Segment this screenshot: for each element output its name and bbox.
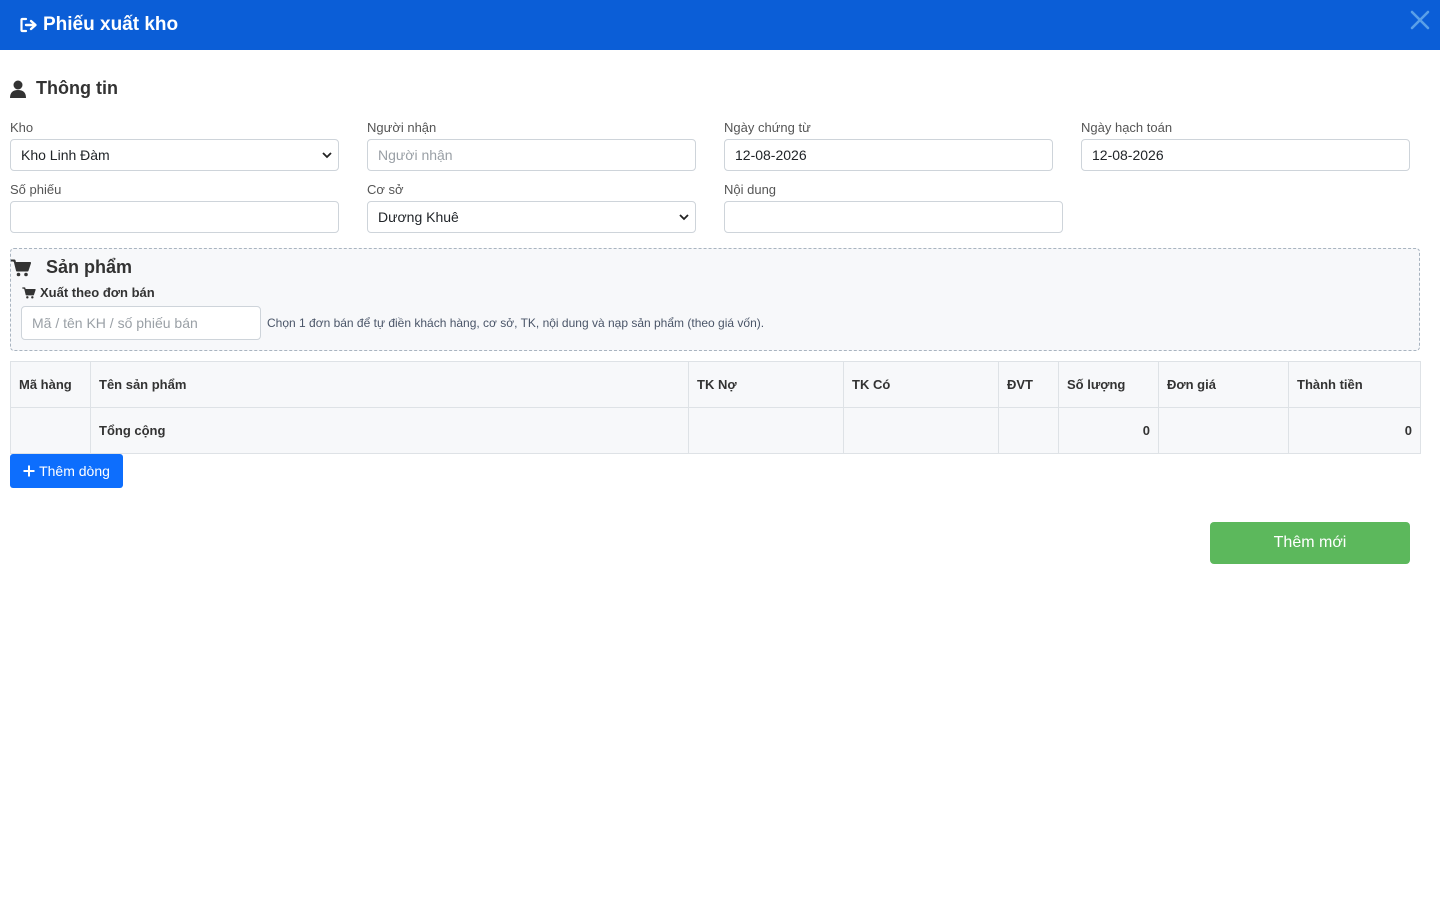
modal-header: Phiếu xuất kho [0, 0, 1440, 50]
shopping-cart-icon [11, 259, 31, 276]
column-header-so-luong: Số lượng [1058, 361, 1159, 408]
kho-select[interactable]: Kho Linh Đàm [10, 139, 339, 171]
total-cell-empty [1158, 407, 1289, 454]
total-row: Tổng cộng 0 0 [10, 407, 1421, 454]
so-phieu-label: Số phiếu [10, 182, 62, 197]
total-amount: 0 [1288, 407, 1421, 454]
column-header-ten-san-pham: Tên sản phẩm [90, 361, 689, 408]
plus-icon [23, 465, 35, 477]
ngay-hach-toan-field: Ngày hạch toán [1081, 121, 1410, 171]
modal-title: Phiếu xuất kho [20, 14, 178, 36]
ngay-chung-tu-input[interactable] [724, 139, 1053, 171]
column-header-dvt: ĐVT [998, 361, 1059, 408]
column-header-tk-no: TK Nợ [688, 361, 844, 408]
total-cell-empty [843, 407, 999, 454]
products-subtitle: Xuất theo đơn bán [40, 285, 155, 300]
total-cell-empty [688, 407, 844, 454]
chevron-down-icon [322, 152, 332, 159]
add-row-label: Thêm dòng [39, 463, 110, 479]
ngay-chung-tu-field: Ngày chứng từ [724, 121, 1053, 171]
order-search-input[interactable] [21, 306, 261, 340]
user-icon [10, 80, 26, 98]
close-icon [1410, 10, 1430, 30]
info-section-heading: Thông tin [10, 78, 118, 99]
ngay-hach-toan-input[interactable] [1081, 139, 1410, 171]
total-label: Tổng cộng [90, 407, 689, 454]
total-cell-empty [10, 407, 91, 454]
products-subheading: Xuất theo đơn bán [22, 285, 155, 300]
modal-title-text: Phiếu xuất kho [43, 14, 179, 35]
kho-select-value[interactable]: Kho Linh Đàm [10, 139, 339, 171]
add-row-button[interactable]: Thêm dòng [10, 454, 123, 488]
noi-dung-field: Nội dung [724, 183, 1063, 233]
sign-out-icon [20, 17, 37, 33]
column-header-thanh-tien: Thành tiền [1288, 361, 1421, 408]
chevron-down-icon [679, 214, 689, 221]
co-so-select[interactable]: Dương Khuê [367, 201, 696, 233]
co-so-field: Cơ sở Dương Khuê [367, 183, 696, 233]
column-header-tk-co: TK Có [843, 361, 999, 408]
noi-dung-label: Nội dung [724, 182, 777, 197]
close-button[interactable] [1408, 8, 1432, 32]
noi-dung-input[interactable] [724, 201, 1063, 233]
nguoi-nhan-field: Người nhận [367, 121, 696, 171]
so-phieu-input[interactable] [10, 201, 339, 233]
products-heading: Sản phẩm [11, 257, 132, 278]
column-header-ma-hang: Mã hàng [10, 361, 91, 408]
column-header-don-gia: Đơn giá [1158, 361, 1289, 408]
shopping-cart-icon [22, 286, 36, 299]
info-title: Thông tin [36, 78, 118, 98]
so-phieu-field: Số phiếu [10, 183, 339, 233]
kho-field: Kho Kho Linh Đàm [10, 121, 339, 171]
table-header-row: Mã hàng Tên sản phẩm TK Nợ TK Có ĐVT Số … [10, 361, 1421, 408]
order-search-hint: Chọn 1 đơn bán để tự điền khách hàng, cơ… [267, 316, 765, 330]
ngay-chung-tu-label: Ngày chứng từ [724, 120, 811, 135]
submit-button[interactable]: Thêm mới [1210, 522, 1410, 564]
total-quantity: 0 [1058, 407, 1159, 454]
products-section: Sản phẩm Xuất theo đơn bán Chọn 1 đơn bá… [10, 248, 1420, 351]
co-so-label: Cơ sở [367, 182, 404, 197]
nguoi-nhan-input[interactable] [367, 139, 696, 171]
total-cell-empty [998, 407, 1059, 454]
kho-label: Kho [10, 120, 34, 135]
products-title: Sản phẩm [46, 257, 133, 277]
products-table: Mã hàng Tên sản phẩm TK Nợ TK Có ĐVT Số … [10, 361, 1421, 454]
nguoi-nhan-label: Người nhận [367, 120, 437, 135]
ngay-hach-toan-label: Ngày hạch toán [1081, 120, 1173, 135]
co-so-select-value[interactable]: Dương Khuê [367, 201, 696, 233]
